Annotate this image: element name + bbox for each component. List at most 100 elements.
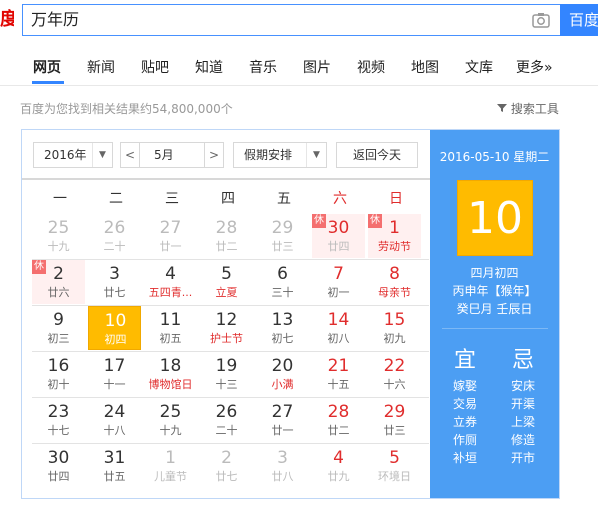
calendar-day[interactable]: 3 廿八 bbox=[256, 444, 309, 488]
lunar-label: 廿八 bbox=[271, 470, 294, 483]
day-number: 29 bbox=[271, 218, 294, 238]
calendar-day[interactable]: 31 廿五 bbox=[88, 444, 141, 488]
baidu-logo[interactable]: 度 bbox=[0, 7, 14, 33]
day-number: 22 bbox=[383, 356, 406, 376]
day-number: 17 bbox=[103, 356, 126, 376]
calendar-day[interactable]: 12 护士节 bbox=[200, 306, 253, 350]
lunar-label: 十三 bbox=[215, 378, 238, 391]
lunar-label: 初五 bbox=[159, 332, 182, 345]
calendar-day-selected[interactable]: 10 初四 bbox=[88, 306, 141, 350]
year-select[interactable]: 2016年 ▼ bbox=[33, 142, 113, 168]
calendar-day[interactable]: 25 十九 bbox=[32, 214, 85, 258]
holiday-select[interactable]: 假期安排 ▼ bbox=[233, 142, 327, 168]
calendar-day[interactable]: 28 廿二 bbox=[312, 398, 365, 442]
ji-activity: 上梁 bbox=[510, 415, 535, 429]
calendar-header: 2016年 ▼ < 5月 > 假期安排 ▼ 返回今天 bbox=[22, 130, 430, 178]
lunar-label: 儿童节 bbox=[154, 470, 187, 483]
calendar-day[interactable]: 19 十三 bbox=[200, 352, 253, 396]
lunar-label: 十九 bbox=[159, 424, 182, 437]
calendar-day[interactable]: 5 立夏 bbox=[200, 260, 253, 304]
search-input[interactable] bbox=[31, 5, 501, 35]
weekday-label: 日 bbox=[389, 191, 403, 207]
calendar-day[interactable]: 9 初三 bbox=[32, 306, 85, 350]
search-box[interactable] bbox=[22, 4, 560, 36]
weekday-label: 六 bbox=[333, 191, 347, 207]
calendar-day[interactable]: 15 初九 bbox=[368, 306, 421, 350]
calendar-day[interactable]: 26 二十 bbox=[88, 214, 141, 258]
calendar-day[interactable]: 27 廿一 bbox=[144, 214, 197, 258]
calendar-day[interactable]: 20 小满 bbox=[256, 352, 309, 396]
calendar-day[interactable]: 16 初十 bbox=[32, 352, 85, 396]
divider bbox=[442, 328, 548, 329]
calendar-day[interactable]: 1 劳动节休 bbox=[368, 214, 421, 258]
yi-heading: 宜 bbox=[453, 348, 476, 373]
tab-zhidao[interactable]: 知道 bbox=[195, 57, 223, 77]
rest-day-badge: 休 bbox=[312, 214, 326, 228]
search-button[interactable]: 百度一下 bbox=[560, 4, 598, 61]
day-number: 31 bbox=[103, 448, 126, 468]
calendar-day[interactable]: 29 廿三 bbox=[256, 214, 309, 258]
tab-wenku[interactable]: 文库 bbox=[465, 57, 493, 77]
tab-map[interactable]: 地图 bbox=[411, 57, 439, 77]
ji-activity: 安床 bbox=[510, 379, 535, 393]
lunar-label: 初一 bbox=[327, 286, 350, 299]
calendar-day[interactable]: 6 三十 bbox=[256, 260, 309, 304]
calendar-day[interactable]: 2 廿六休 bbox=[32, 260, 85, 304]
tab-news[interactable]: 新闻 bbox=[87, 57, 115, 77]
tab-web[interactable]: 网页 bbox=[33, 57, 61, 77]
lunar-label: 初十 bbox=[47, 378, 70, 391]
lunar-label: 十八 bbox=[103, 424, 126, 437]
lunar-label: 廿一 bbox=[159, 240, 182, 253]
calendar-day[interactable]: 1 儿童节 bbox=[144, 444, 197, 488]
calendar-day[interactable]: 28 廿二 bbox=[200, 214, 253, 258]
calendar-day[interactable]: 8 母亲节 bbox=[368, 260, 421, 304]
tab-images[interactable]: 图片 bbox=[303, 57, 331, 77]
calendar-day[interactable]: 25 十九 bbox=[144, 398, 197, 442]
calendar-day[interactable]: 30 廿四休 bbox=[312, 214, 365, 258]
calendar-day[interactable]: 4 廿九 bbox=[312, 444, 365, 488]
day-number: 2 bbox=[221, 448, 232, 468]
day-number: 4 bbox=[333, 448, 344, 468]
lunar-label: 初三 bbox=[47, 332, 70, 345]
calendar-day[interactable]: 2 廿七 bbox=[200, 444, 253, 488]
lunar-label: 十一 bbox=[103, 378, 126, 391]
day-number: 26 bbox=[215, 402, 238, 422]
calendar-day[interactable]: 26 二十 bbox=[200, 398, 253, 442]
lunar-label: 初七 bbox=[271, 332, 294, 345]
calendar-day[interactable]: 11 初五 bbox=[144, 306, 197, 350]
calendar-day[interactable]: 22 十六 bbox=[368, 352, 421, 396]
calendar-day[interactable]: 18 博物馆日 bbox=[144, 352, 197, 396]
calendar-day[interactable]: 4 五四青... bbox=[144, 260, 197, 304]
calendar-day[interactable]: 24 十八 bbox=[88, 398, 141, 442]
calendar-day[interactable]: 21 十五 bbox=[312, 352, 365, 396]
day-number: 21 bbox=[327, 356, 350, 376]
back-to-today-button[interactable]: 返回今天 bbox=[336, 142, 418, 168]
day-number: 25 bbox=[47, 218, 70, 238]
tab-music[interactable]: 音乐 bbox=[249, 57, 277, 77]
day-number: 13 bbox=[271, 310, 294, 330]
calendar-day[interactable]: 3 廿七 bbox=[88, 260, 141, 304]
month-select[interactable]: 5月 bbox=[140, 142, 204, 168]
selected-day-number: 10 bbox=[457, 180, 533, 256]
calendar-day[interactable]: 30 廿四 bbox=[32, 444, 85, 488]
search-tools-button[interactable]: 搜索工具 bbox=[497, 100, 559, 117]
weekday-label: 一 bbox=[53, 191, 67, 207]
calendar-day[interactable]: 14 初八 bbox=[312, 306, 365, 350]
calendar-day[interactable]: 23 十七 bbox=[32, 398, 85, 442]
calendar-day[interactable]: 17 十一 bbox=[88, 352, 141, 396]
prev-month-button[interactable]: < bbox=[120, 142, 140, 168]
calendar-day[interactable]: 7 初一 bbox=[312, 260, 365, 304]
calendar-day[interactable]: 29 廿三 bbox=[368, 398, 421, 442]
weekday-label: 三 bbox=[165, 191, 179, 207]
filter-icon bbox=[497, 102, 511, 116]
calendar-day[interactable]: 5 环境日 bbox=[368, 444, 421, 488]
tab-tieba[interactable]: 贴吧 bbox=[141, 57, 169, 77]
camera-icon[interactable] bbox=[532, 12, 550, 28]
lunar-label: 廿九 bbox=[327, 470, 350, 483]
next-month-button[interactable]: > bbox=[204, 142, 224, 168]
calendar-day[interactable]: 13 初七 bbox=[256, 306, 309, 350]
calendar-day[interactable]: 27 廿一 bbox=[256, 398, 309, 442]
tab-video[interactable]: 视频 bbox=[357, 57, 385, 77]
day-number: 11 bbox=[159, 310, 182, 330]
tab-more[interactable]: 更多» bbox=[516, 57, 553, 77]
